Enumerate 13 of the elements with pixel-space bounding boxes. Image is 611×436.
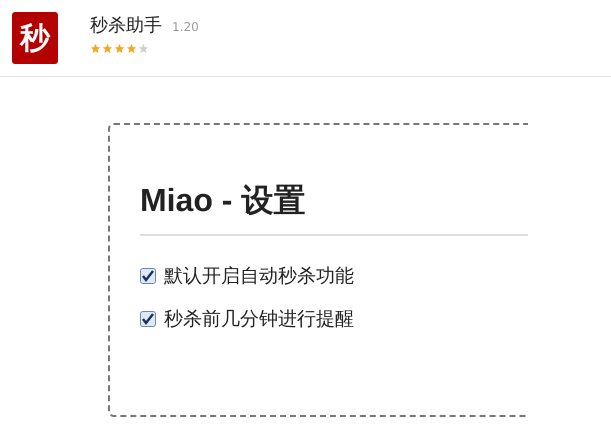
- app-logo: 秒: [12, 12, 58, 64]
- version-text: 1.20: [172, 19, 199, 36]
- star-icon: [102, 43, 113, 54]
- option-label: 秒杀前几分钟进行提醒: [164, 306, 354, 332]
- option-label: 默认开启自动秒杀功能: [164, 264, 354, 289]
- star-icon: [126, 43, 137, 54]
- app-name: 秒杀助手: [90, 14, 162, 38]
- star-icon: [114, 43, 125, 54]
- checkbox[interactable]: [140, 310, 156, 327]
- star-icon: [138, 43, 149, 54]
- star-icon: [90, 43, 101, 54]
- settings-title: Miao - 设置: [140, 181, 306, 220]
- checkbox[interactable]: [140, 268, 156, 284]
